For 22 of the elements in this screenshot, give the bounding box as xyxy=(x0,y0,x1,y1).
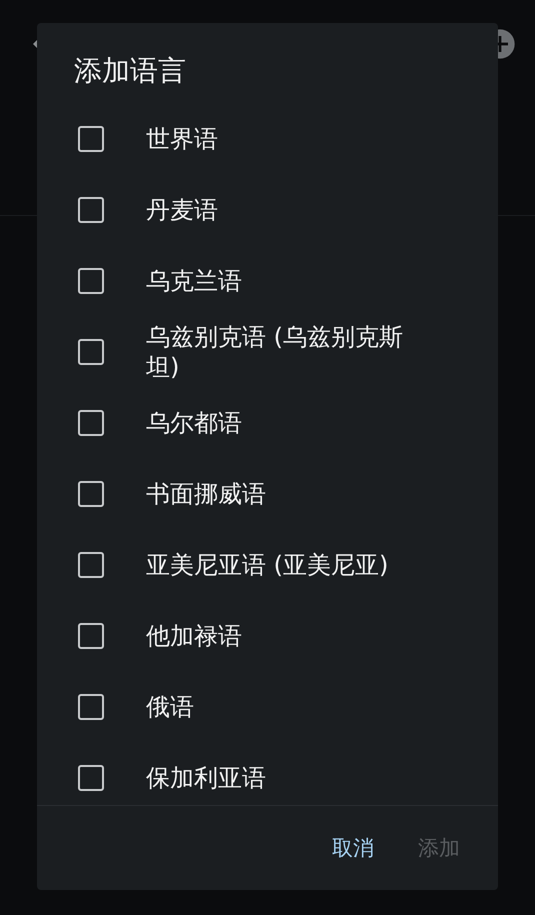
checkbox[interactable] xyxy=(78,410,104,436)
language-option[interactable]: 乌尔都语 xyxy=(146,408,436,438)
checkbox[interactable] xyxy=(78,268,104,294)
checkbox[interactable] xyxy=(78,338,104,364)
language-option[interactable]: 乌克兰语 xyxy=(146,266,436,296)
language-option[interactable]: 书面挪威语 xyxy=(146,478,436,508)
checkbox[interactable] xyxy=(78,196,104,222)
language-option[interactable]: 保加利亚语 xyxy=(146,762,436,792)
dialog-button[interactable]: 取消 xyxy=(324,826,382,870)
checkbox[interactable] xyxy=(78,622,104,648)
checkbox[interactable] xyxy=(78,694,104,720)
language-option[interactable]: 世界语 xyxy=(146,124,436,154)
checkbox[interactable] xyxy=(78,552,104,578)
checkbox[interactable] xyxy=(78,480,104,506)
language-option[interactable]: 他加禄语 xyxy=(146,620,436,650)
dialog-title: 添加语言 xyxy=(73,53,187,89)
language-option[interactable]: 乌兹别克语 (乌兹别克斯坦) xyxy=(146,322,436,382)
language-option[interactable]: 丹麦语 xyxy=(146,194,436,224)
checkbox[interactable] xyxy=(78,764,104,790)
language-option[interactable]: 亚美尼亚语 (亚美尼亚) xyxy=(146,550,436,580)
language-option[interactable]: 俄语 xyxy=(146,692,436,722)
checkbox[interactable] xyxy=(78,126,104,152)
